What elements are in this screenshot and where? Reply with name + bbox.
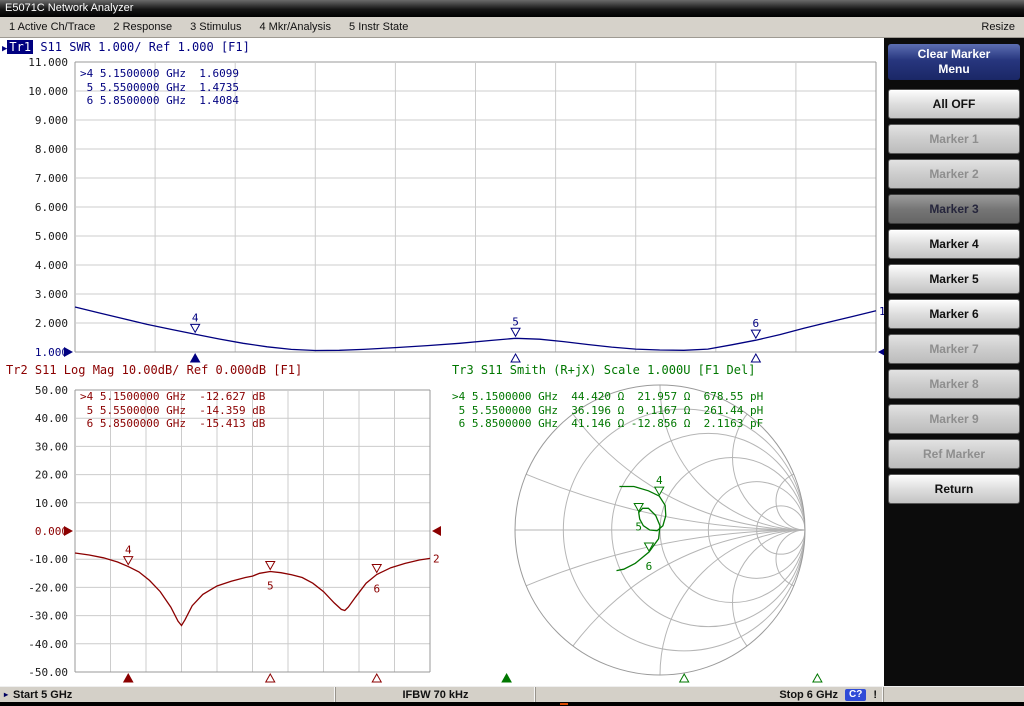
tr3-format-label: Tr3 S11 Smith (R+jX) Scale 1.000U [F1 De… <box>452 363 755 377</box>
alert-indicator: ! <box>873 689 877 701</box>
statusbar-start-segment: ▸ Start 5 GHz <box>0 687 336 702</box>
svg-text:5: 5 <box>267 579 274 592</box>
tr1-marker-readout: >4 5.1500000 GHz 1.6099 5 5.5500000 GHz … <box>80 67 239 108</box>
svg-text:-30.00: -30.00 <box>28 610 68 623</box>
svg-text:-40.00: -40.00 <box>28 638 68 651</box>
tr1-format-label: S11 SWR 1.000/ Ref 1.000 [F1] <box>33 40 250 54</box>
tr2-marker-readout: >4 5.1500000 GHz -12.627 dB 5 5.5500000 … <box>80 390 265 431</box>
menu-5-instr-state[interactable]: 5 Instr State <box>340 21 417 33</box>
svg-text:5: 5 <box>512 315 519 328</box>
softkey-menu: Clear Marker Menu All OFF Marker 1 Marker … <box>884 38 1024 686</box>
menu-4-mkr-analysis[interactable]: 4 Mkr/Analysis <box>250 21 340 33</box>
softkey-marker-6[interactable]: Marker 6 <box>888 299 1020 329</box>
svg-text:5: 5 <box>635 520 642 533</box>
window-title: E5071C Network Analyzer <box>5 2 133 14</box>
tr3-header: Tr3 S11 Smith (R+jX) Scale 1.000U [F1 De… <box>452 363 755 377</box>
svg-text:6.000: 6.000 <box>35 201 68 214</box>
svg-text:40.00: 40.00 <box>35 412 68 425</box>
ref-level-arrow-left <box>64 347 73 357</box>
svg-text:1.000: 1.000 <box>35 346 68 359</box>
softkey-menu-title: Clear Marker Menu <box>888 44 1020 80</box>
softkey-marker-7: Marker 7 <box>888 334 1020 364</box>
svg-text:6: 6 <box>753 317 760 330</box>
tr2-header: Tr2 S11 Log Mag 10.00dB/ Ref 0.000dB [F1… <box>6 363 302 377</box>
e5071c-window: E5071C Network Analyzer 1 Active Ch/Trac… <box>0 0 1024 706</box>
menu-1-active-ch-trace[interactable]: 1 Active Ch/Trace <box>0 21 104 33</box>
svg-text:10.00: 10.00 <box>35 497 68 510</box>
tr2-format-label: Tr2 S11 Log Mag 10.00dB/ Ref 0.000dB [F1… <box>6 363 302 377</box>
svg-text:-20.00: -20.00 <box>28 581 68 594</box>
svg-text:10.000: 10.000 <box>28 85 68 98</box>
ifbw-value: IFBW 70 kHz <box>402 689 468 701</box>
svg-text:4.000: 4.000 <box>35 259 68 272</box>
statusbar-ifbw-segment: IFBW 70 kHz <box>336 687 536 702</box>
svg-text:2: 2 <box>433 552 440 565</box>
softkey-return[interactable]: Return <box>888 474 1020 504</box>
plot-area: ▶Tr1 S11 SWR 1.000/ Ref 1.000 [F1] 11.00… <box>0 38 884 686</box>
softkey-marker-3[interactable]: Marker 3 <box>888 194 1020 224</box>
svg-text:-10.00: -10.00 <box>28 553 68 566</box>
svg-text:7.000: 7.000 <box>35 172 68 185</box>
status-indicator-dot <box>560 703 568 705</box>
softkey-marker-9: Marker 9 <box>888 404 1020 434</box>
svg-text:6: 6 <box>373 582 380 595</box>
stop-frequency: Stop 6 GHz <box>779 689 838 701</box>
svg-text:20.00: 20.00 <box>35 469 68 482</box>
ref-level-arrow-left <box>64 526 73 536</box>
menu-2-response[interactable]: 2 Response <box>104 21 181 33</box>
svg-text:2.000: 2.000 <box>35 317 68 330</box>
softkey-marker-2: Marker 2 <box>888 159 1020 189</box>
svg-text:4: 4 <box>656 474 663 487</box>
svg-text:30.00: 30.00 <box>35 440 68 453</box>
svg-text:0.000: 0.000 <box>35 525 68 538</box>
softkey-ref-marker: Ref Marker <box>888 439 1020 469</box>
svg-text:11.000: 11.000 <box>28 56 68 69</box>
marker-5-symbol[interactable]: 5 <box>266 561 275 682</box>
titlebar: E5071C Network Analyzer <box>0 0 1024 17</box>
start-frequency: Start 5 GHz <box>13 689 72 701</box>
statusbar-spacer <box>884 687 1024 702</box>
statusbar-stop-segment: Stop 6 GHz C? ! <box>536 687 884 702</box>
svg-text:9.000: 9.000 <box>35 114 68 127</box>
svg-text:-50.00: -50.00 <box>28 666 68 679</box>
svg-text:6: 6 <box>646 560 653 573</box>
softkey-all-off[interactable]: All OFF <box>888 89 1020 119</box>
svg-text:5.000: 5.000 <box>35 230 68 243</box>
marker-4-symbol[interactable]: 4 <box>191 311 200 362</box>
svg-text:4: 4 <box>192 311 199 324</box>
resize-button[interactable]: Resize <box>972 21 1024 33</box>
correction-status-badge: C? <box>845 689 866 701</box>
softkey-marker-8: Marker 8 <box>888 369 1020 399</box>
tr1-badge[interactable]: Tr1 <box>7 40 33 54</box>
marker-6-symbol[interactable]: 6 <box>372 564 381 682</box>
softkey-marker-4[interactable]: Marker 4 <box>888 229 1020 259</box>
softkey-marker-5[interactable]: Marker 5 <box>888 264 1020 294</box>
svg-text:3.000: 3.000 <box>35 288 68 301</box>
menubar: 1 Active Ch/Trace2 Response3 Stimulus4 M… <box>0 17 1024 38</box>
tr1-header: ▶Tr1 S11 SWR 1.000/ Ref 1.000 [F1] <box>2 40 250 54</box>
svg-text:50.00: 50.00 <box>35 384 68 397</box>
channel-arrow-icon: ▸ <box>4 690 8 699</box>
tr3-marker-readout: >4 5.1500000 GHz 44.420 Ω 21.957 Ω 678.5… <box>452 390 763 431</box>
softkey-marker-1: Marker 1 <box>888 124 1020 154</box>
menu-3-stimulus[interactable]: 3 Stimulus <box>181 21 250 33</box>
bottom-black-bar <box>0 702 1024 706</box>
menu-items: 1 Active Ch/Trace2 Response3 Stimulus4 M… <box>0 21 417 33</box>
svg-text:4: 4 <box>125 544 132 557</box>
marker-4-symbol[interactable]: 4 <box>124 544 133 682</box>
statusbar: ▸ Start 5 GHz IFBW 70 kHz Stop 6 GHz C? … <box>0 686 1024 702</box>
svg-text:8.000: 8.000 <box>35 143 68 156</box>
